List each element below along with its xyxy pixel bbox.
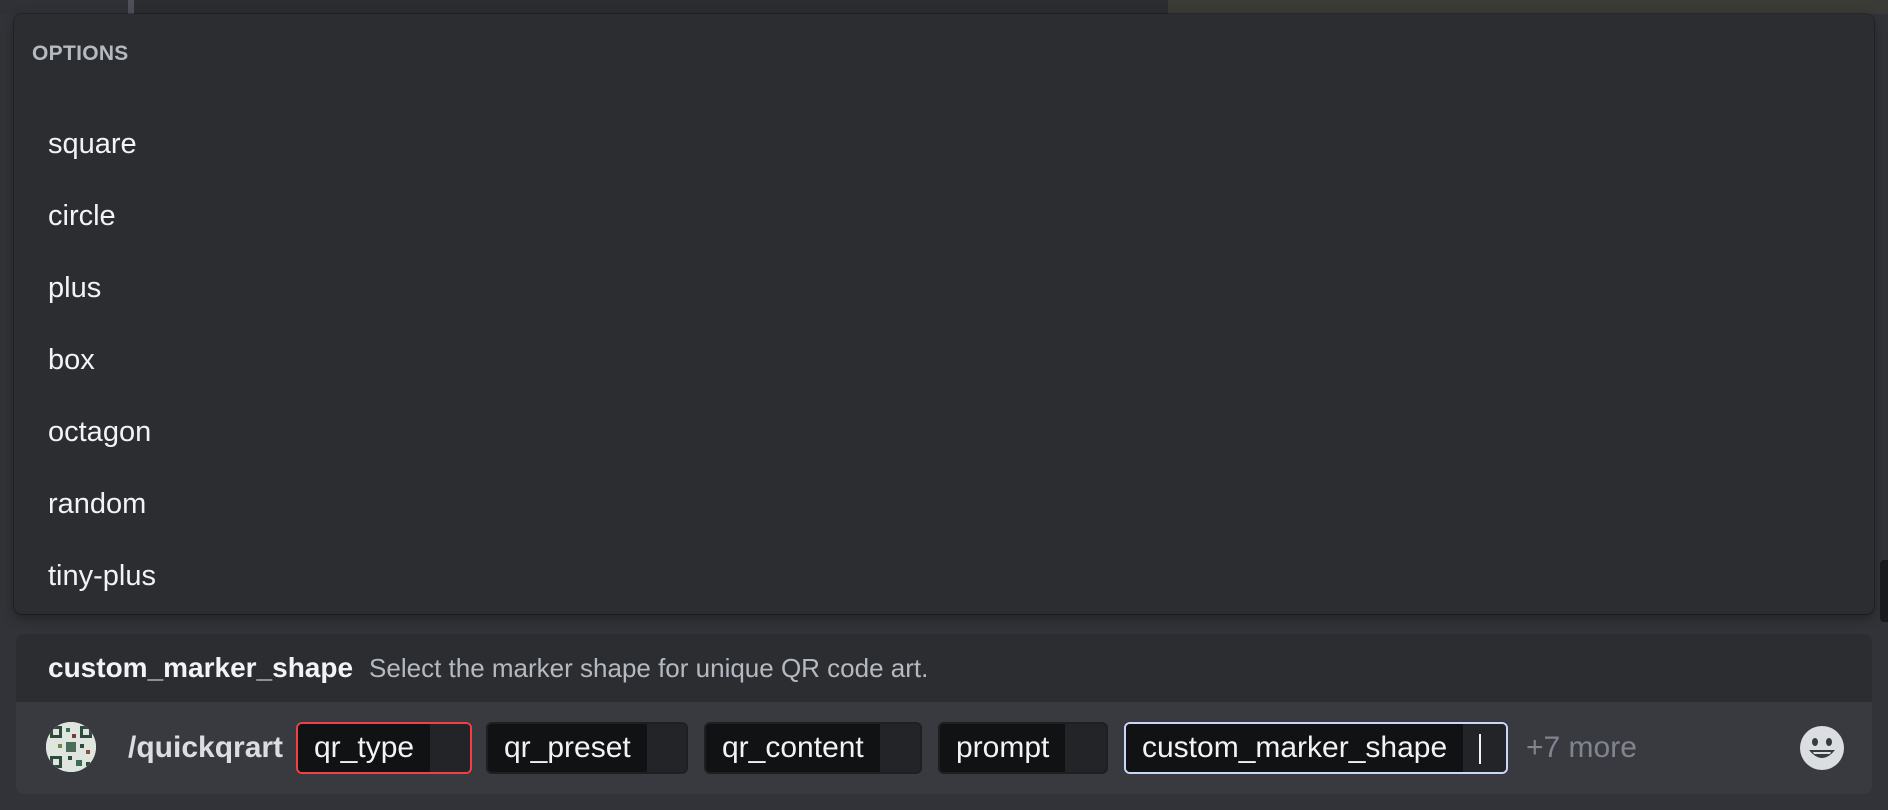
qr-art-avatar xyxy=(46,722,96,772)
option-circle[interactable]: circle xyxy=(14,180,1874,252)
param-qr-type[interactable]: qr_type xyxy=(296,722,472,774)
text-caret xyxy=(1479,734,1482,764)
param-qr-type-value[interactable] xyxy=(430,724,470,772)
chat-background-right xyxy=(1168,0,1888,14)
param-custom-marker-shape-value[interactable] xyxy=(1463,724,1506,772)
command-name: /quickqrart xyxy=(128,731,284,764)
option-description-bar: custom_marker_shape Select the marker sh… xyxy=(16,634,1872,702)
param-qr-content[interactable]: qr_content xyxy=(704,722,922,774)
option-list: square circle plus box octagon random ti… xyxy=(14,108,1874,612)
command-input-bar: /quickqrart qr_type qr_preset qr_content… xyxy=(16,702,1872,794)
param-qr-content-label: qr_content xyxy=(706,724,880,772)
param-qr-preset-value[interactable] xyxy=(646,724,686,772)
option-tiny-plus[interactable]: tiny-plus xyxy=(14,540,1874,612)
option-name: custom_marker_shape xyxy=(48,652,354,683)
param-qr-preset-label: qr_preset xyxy=(488,724,647,772)
option-plus[interactable]: plus xyxy=(14,252,1874,324)
param-qr-type-label: qr_type xyxy=(298,724,431,772)
option-random[interactable]: random xyxy=(14,468,1874,540)
message-embed-edge xyxy=(128,0,1168,14)
param-custom-marker-shape[interactable]: custom_marker_shape xyxy=(1124,722,1508,774)
options-autocomplete-popup: OPTIONS square circle plus box octagon r… xyxy=(14,14,1874,614)
option-box[interactable]: box xyxy=(14,324,1874,396)
param-qr-preset[interactable]: qr_preset xyxy=(486,722,688,774)
smiley-face-icon[interactable] xyxy=(1798,724,1846,772)
param-prompt-label: prompt xyxy=(940,724,1066,772)
option-description: Select the marker shape for unique QR co… xyxy=(369,652,929,683)
scrollbar-thumb[interactable] xyxy=(1880,560,1888,622)
param-prompt-value[interactable] xyxy=(1065,724,1106,772)
option-square[interactable]: square xyxy=(14,108,1874,180)
more-params-label[interactable]: +7 more xyxy=(1526,702,1637,794)
param-prompt[interactable]: prompt xyxy=(938,722,1108,774)
param-custom-marker-shape-label: custom_marker_shape xyxy=(1126,724,1464,772)
options-header: OPTIONS xyxy=(32,42,129,65)
option-octagon[interactable]: octagon xyxy=(14,396,1874,468)
param-qr-content-value[interactable] xyxy=(879,724,920,772)
